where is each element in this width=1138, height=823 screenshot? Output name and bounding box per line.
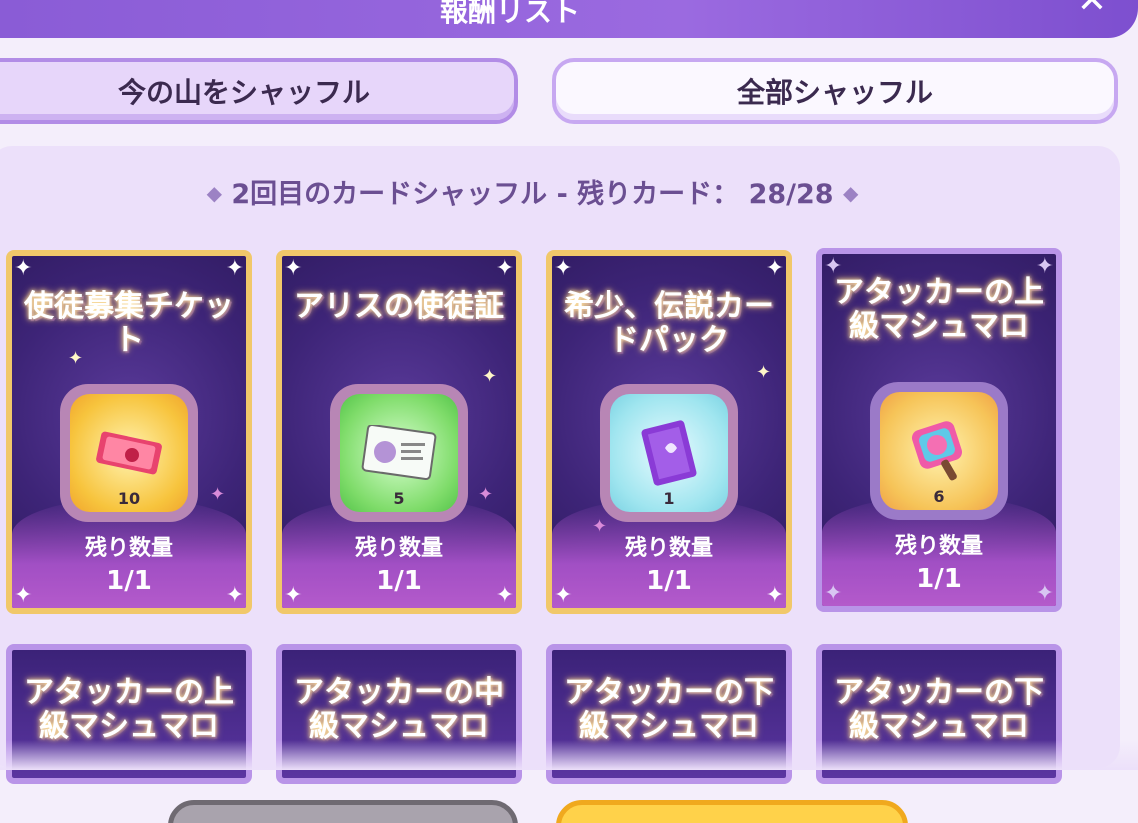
icon-frame: 1 xyxy=(600,384,738,522)
reward-card-2[interactable]: ✦ ✦ ✦ ✦ ✦ ✦ アリスの使徒証 5 残り数量 1/1 xyxy=(276,250,522,614)
card-title: アタッカーの下級マシュマロ xyxy=(834,675,1044,744)
item-count: 6 xyxy=(933,487,945,506)
header-bar: 報酬リスト ✕ xyxy=(0,0,1138,38)
close-icon[interactable]: ✕ xyxy=(1074,0,1110,19)
remain-label: 残り数量 xyxy=(354,536,443,561)
sparkle-icon: ✦ xyxy=(225,256,244,281)
shuffle-info-text: 2回目のカードシャッフル - 残りカード： 28/28 xyxy=(231,179,834,210)
page-title: 報酬リスト xyxy=(440,0,581,28)
sparkle-icon: ✦ xyxy=(495,256,514,281)
marshmallow-graphic xyxy=(911,421,963,481)
icon-frame: 5 xyxy=(330,384,468,522)
sparkle-icon: ✦ xyxy=(14,256,33,281)
remain-value: 1/1 xyxy=(916,564,962,594)
sparkle-icon: ✦ xyxy=(284,256,303,281)
confirm-button[interactable] xyxy=(556,800,908,823)
sparkle-icon: ✦ xyxy=(478,484,494,505)
card-title: アタッカーの上級マシュマロ xyxy=(834,275,1044,344)
remain-value: 1/1 xyxy=(106,566,152,596)
cancel-button[interactable] xyxy=(168,800,518,823)
icon-frame: 10 xyxy=(60,384,198,522)
scroll-fade xyxy=(0,740,1138,770)
shuffle-pile-button[interactable]: 今の山をシャッフル xyxy=(0,58,518,124)
shuffle-all-button[interactable]: 全部シャッフル xyxy=(552,58,1118,124)
sparkle-icon: ✦ xyxy=(210,484,226,505)
item-count: 1 xyxy=(663,489,675,508)
card-title: アタッカーの中級マシュマロ xyxy=(294,675,504,744)
card-title: アタッカーの下級マシュマロ xyxy=(564,675,774,744)
marshmallow-icon: 6 xyxy=(880,392,998,510)
diamond-icon: ◆ xyxy=(206,181,222,205)
card-title: 使徒募集チケット xyxy=(24,289,234,358)
reward-card-3[interactable]: ✦ ✦ ✦ ✦ ✦ ✦ 希少、伝説カードパック 1 残り数量 1/1 xyxy=(546,250,792,614)
sparkle-icon: ✦ xyxy=(756,362,772,383)
card-pack-graphic xyxy=(641,420,697,486)
item-count: 10 xyxy=(117,489,141,508)
card-pack-icon: 1 xyxy=(610,394,728,512)
reward-card-1[interactable]: ✦ ✦ ✦ ✦ ✦ ✦ 使徒募集チケット 10 残り数量 1/1 xyxy=(6,250,252,614)
remain-label: 残り数量 xyxy=(84,536,173,561)
remain-label: 残り数量 xyxy=(624,536,713,561)
shuffle-all-label: 全部シャッフル xyxy=(736,76,933,109)
item-count: 5 xyxy=(393,489,405,508)
id-card-graphic xyxy=(361,425,437,480)
remain-label: 残り数量 xyxy=(894,534,983,559)
sparkle-icon: ✦ xyxy=(554,256,573,281)
icon-frame: 6 xyxy=(870,382,1008,520)
shuffle-pile-label: 今の山をシャッフル xyxy=(117,76,370,109)
sparkle-icon: ✦ xyxy=(765,256,784,281)
id-card-icon: 5 xyxy=(340,394,458,512)
ticket-graphic xyxy=(96,431,162,475)
sparkle-icon: ✦ xyxy=(482,366,498,387)
reward-card-4[interactable]: ✦ ✦ ✦ ✦ アタッカーの上級マシュマロ 6 残り数量 1/1 xyxy=(816,248,1062,612)
remain-value: 1/1 xyxy=(646,566,692,596)
card-title: アタッカーの上級マシュマロ xyxy=(24,675,234,744)
card-title: 希少、伝説カードパック xyxy=(564,289,774,358)
shuffle-info: ◆ 2回目のカードシャッフル - 残りカード： 28/28 ◆ xyxy=(0,172,1065,211)
remain-value: 1/1 xyxy=(376,566,422,596)
diamond-icon: ◆ xyxy=(843,181,859,205)
card-title: アリスの使徒証 xyxy=(294,289,504,324)
ticket-icon: 10 xyxy=(70,394,188,512)
